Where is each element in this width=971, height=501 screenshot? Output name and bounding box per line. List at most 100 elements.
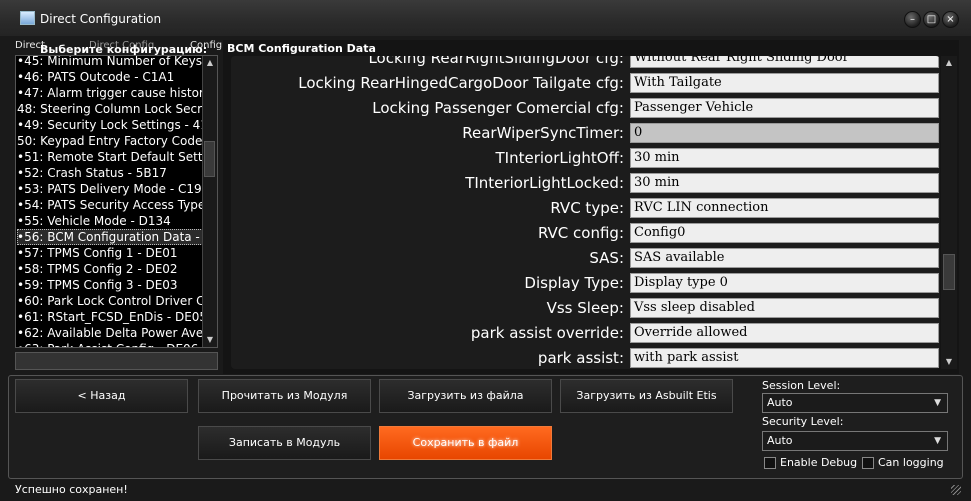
write-module-button[interactable]: Записать в Модуль: [198, 426, 371, 460]
config-row-value[interactable]: Config0: [630, 223, 939, 243]
config-row-label: RVC type:: [550, 199, 624, 217]
config-row-label: Display Type:: [524, 274, 624, 292]
session-level-select[interactable]: Auto ▼: [762, 393, 948, 413]
config-row-value[interactable]: RVC LIN connection: [630, 198, 939, 218]
list-item[interactable]: •49: Security Lock Settings - 413: [17, 117, 203, 133]
config-row-label: Locking RearHingedCargoDoor Tailgate cfg…: [298, 74, 624, 92]
app-icon: [20, 11, 35, 25]
config-row: Vss Sleep: Vss sleep disabled: [231, 296, 940, 320]
resize-grip-icon[interactable]: [951, 485, 961, 495]
list-item[interactable]: •57: TPMS Config 1 - DE01: [17, 245, 203, 261]
read-module-button[interactable]: Прочитать из Модуля: [198, 379, 371, 413]
config-row-value[interactable]: SAS available: [630, 248, 939, 268]
title-bar: Direct Configuration – □ ×: [0, 0, 971, 36]
config-row-value[interactable]: Display type 0: [630, 273, 939, 293]
chevron-down-icon: ▼: [934, 398, 941, 408]
load-asbuilt-button[interactable]: Загрузить из Asbuilt Etis: [560, 379, 733, 413]
config-row: Locking RearHingedCargoDoor Tailgate cfg…: [231, 71, 940, 95]
can-logging-label: Can logging: [878, 456, 944, 469]
config-row-label: Locking RearRightSlidingDoor cfg:: [368, 56, 624, 67]
enable-debug-checkbox[interactable]: [764, 457, 776, 469]
scroll-up-icon[interactable]: ▲: [942, 56, 956, 70]
config-row: park assist override: Override allowed: [231, 321, 940, 345]
config-rows: Locking RearRightSlidingDoor cfg: Without…: [231, 56, 940, 369]
list-item[interactable]: •60: Park Lock Control Driver Co: [17, 293, 203, 309]
list-item[interactable]: •62: Available Delta Power Aver: [17, 325, 203, 341]
scroll-down-icon[interactable]: ▼: [942, 355, 956, 369]
config-row: TInteriorLightLocked: 30 min: [231, 171, 940, 195]
list-item[interactable]: •47: Alarm trigger cause history: [17, 85, 203, 101]
session-level-label: Session Level:: [762, 379, 841, 392]
list-item[interactable]: •58: TPMS Config 2 - DE02: [17, 261, 203, 277]
list-item[interactable]: •54: PATS Security Access Type: [17, 197, 203, 213]
config-row-value[interactable]: 0: [630, 123, 939, 143]
chevron-down-icon: ▼: [934, 436, 941, 446]
data-scrollbar[interactable]: ▲ ▼: [941, 56, 957, 369]
config-row-value[interactable]: 30 min: [630, 173, 939, 193]
config-row-value[interactable]: Override allowed: [630, 323, 939, 343]
panel-title: BCM Configuration Data: [227, 42, 376, 55]
config-row: RearWiperSyncTimer: 0: [231, 121, 940, 145]
config-row-value[interactable]: Vss sleep disabled: [630, 298, 939, 318]
list-filter-input[interactable]: [15, 352, 218, 370]
config-data-panel: BCM Configuration Data Locking RearRight…: [223, 40, 959, 374]
list-scroll-thumb[interactable]: [204, 141, 215, 177]
config-row-value[interactable]: with park assist: [630, 348, 939, 368]
config-row-label: Vss Sleep:: [546, 299, 624, 317]
security-level-select[interactable]: Auto ▼: [762, 431, 948, 451]
config-row-label: TInteriorLightOff:: [495, 149, 624, 167]
load-file-button[interactable]: Загрузить из файла: [379, 379, 552, 413]
security-level-label: Security Level:: [762, 415, 844, 428]
list-item[interactable]: 50: Keypad Entry Factory Code -: [17, 133, 203, 149]
session-level-value: Auto: [767, 396, 793, 409]
scroll-up-icon[interactable]: ▲: [203, 56, 217, 70]
status-bar: Успешно сохранен!: [8, 481, 963, 498]
list-item[interactable]: •46: PATS Outcode - C1A1: [17, 69, 203, 85]
config-row-value[interactable]: Without Rear Right Sliding Door: [630, 56, 939, 68]
save-file-button[interactable]: Сохранить в файл: [379, 426, 552, 460]
back-button[interactable]: < Назад: [15, 379, 188, 413]
window-title: Direct Configuration: [40, 12, 162, 26]
config-row-label: Locking Passenger Comercial cfg:: [372, 99, 624, 117]
enable-debug-label: Enable Debug: [780, 456, 858, 469]
config-row: SAS: SAS available: [231, 246, 940, 270]
list-item[interactable]: •61: RStart_FCSD_EnDis - DE05: [17, 309, 203, 325]
config-row-label: RearWiperSyncTimer:: [462, 124, 624, 142]
list-item[interactable]: •59: TPMS Config 3 - DE03: [17, 277, 203, 293]
scroll-down-icon[interactable]: ▼: [203, 333, 217, 347]
config-row-label: RVC config:: [537, 224, 624, 242]
data-scroll-thumb[interactable]: [943, 254, 955, 290]
list-item[interactable]: •56: BCM Configuration Data - D: [17, 229, 203, 245]
config-row-value[interactable]: 30 min: [630, 148, 939, 168]
list-item[interactable]: •53: PATS Delivery Mode - C190: [17, 181, 203, 197]
config-row-label: SAS:: [589, 249, 624, 267]
config-row: Locking Passenger Comercial cfg: Passenge…: [231, 96, 940, 120]
config-row-label: TInteriorLightLocked:: [465, 174, 624, 192]
can-logging-checkbox[interactable]: [862, 457, 874, 469]
close-button[interactable]: ×: [942, 11, 959, 28]
list-item[interactable]: •45: Minimum Number of Keys A: [17, 56, 203, 69]
minimize-button[interactable]: –: [904, 11, 921, 28]
config-row-label: park assist override:: [470, 324, 624, 342]
list-item[interactable]: •52: Crash Status - 5B17: [17, 165, 203, 181]
list-item[interactable]: 48: Steering Column Lock Secre: [17, 101, 203, 117]
config-row: RVC type: RVC LIN connection: [231, 196, 940, 220]
config-row-value[interactable]: With Tailgate: [630, 73, 939, 93]
config-row: RVC config: Config0: [231, 221, 940, 245]
list-scrollbar[interactable]: ▲ ▼: [202, 56, 217, 347]
config-row-label: park assist:: [537, 349, 624, 367]
config-row: park assist: with park assist: [231, 346, 940, 369]
list-item[interactable]: •63: Park Assist Config - DE06: [17, 341, 203, 347]
list-item[interactable]: •55: Vehicle Mode - D134: [17, 213, 203, 229]
maximize-button[interactable]: □: [923, 11, 940, 28]
action-panel: < Назад Прочитать из Модуля Загрузить из…: [8, 375, 963, 479]
config-row: Locking RearRightSlidingDoor cfg: Without…: [231, 56, 940, 70]
status-text: Успешно сохранен!: [15, 483, 128, 496]
config-row: Display Type: Display type 0: [231, 271, 940, 295]
config-row: TInteriorLightOff: 30 min: [231, 146, 940, 170]
security-level-value: Auto: [767, 434, 793, 447]
list-item[interactable]: •51: Remote Start Default Settin: [17, 149, 203, 165]
config-row-value[interactable]: Passenger Vehicle: [630, 98, 939, 118]
config-listbox[interactable]: •63: Park Assist Config - DE06•62: Avail…: [15, 55, 218, 348]
config-list-panel: Direct Direct Config Config Выберите кон…: [13, 40, 222, 375]
